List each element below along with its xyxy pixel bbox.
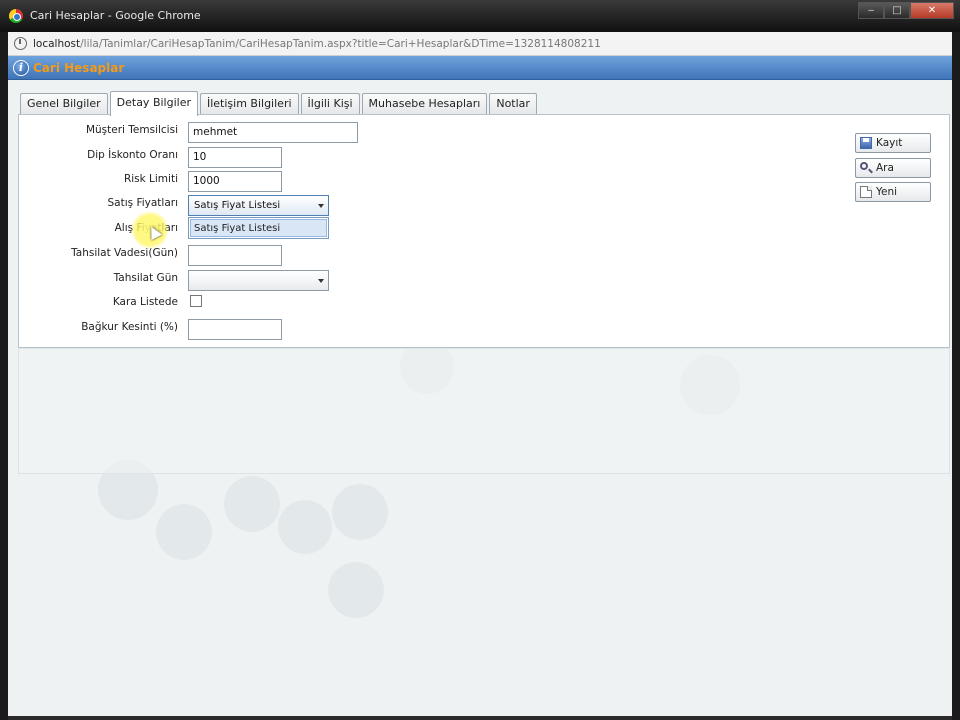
- chevron-down-icon: [318, 204, 324, 208]
- tahsilat-gun-label: Tahsilat Gün: [113, 272, 178, 284]
- satis-fiyatlari-select[interactable]: Satış Fiyat Listesi: [188, 195, 329, 216]
- page-info-icon[interactable]: [14, 37, 27, 50]
- window-title: Cari Hesaplar - Google Chrome: [30, 9, 201, 22]
- search-button-label: Ara: [876, 162, 894, 174]
- save-button[interactable]: Kayıt: [855, 133, 931, 153]
- window-controls: ‒ □ ✕: [858, 2, 954, 19]
- tab-detay-bilgiler[interactable]: Detay Bilgiler: [109, 91, 198, 116]
- tab-ilgili-kisi[interactable]: İlgili Kişi: [300, 93, 360, 115]
- background-ghost: [332, 484, 388, 540]
- risk-limiti-input[interactable]: 1000: [188, 171, 282, 192]
- bagkur-kesinti-label: Bağkur Kesinti (%): [81, 321, 178, 333]
- save-icon: [860, 137, 872, 149]
- chevron-down-icon: [318, 279, 324, 283]
- search-button[interactable]: Ara: [855, 158, 931, 178]
- bagkur-kesinti-input[interactable]: [188, 319, 282, 340]
- tahsilat-vadesi-input[interactable]: [188, 245, 282, 266]
- content-area: Genel Bilgiler Detay Bilgiler İletişim B…: [8, 80, 952, 716]
- tahsilat-gun-select[interactable]: [188, 270, 329, 291]
- new-button-label: Yeni: [876, 186, 898, 198]
- tab-notlar[interactable]: Notlar: [489, 93, 537, 115]
- risk-limiti-label: Risk Limiti: [123, 173, 178, 185]
- kara-listede-label: Kara Listede: [112, 296, 178, 308]
- url-host: localhost: [33, 38, 81, 50]
- background-ghost: [224, 476, 280, 532]
- satis-fiyatlari-dropdown-list: Satış Fiyat Listesi: [188, 217, 329, 239]
- address-bar[interactable]: localhost/lila/Tanimlar/CariHesapTanim/C…: [8, 32, 952, 56]
- background-panel: [18, 348, 950, 474]
- satis-fiyatlari-label: Satış Fiyatları: [107, 197, 179, 209]
- url-path: /lila/Tanimlar/CariHesapTanim/CariHesapT…: [80, 38, 601, 50]
- satis-fiyatlari-value: Satış Fiyat Listesi: [194, 200, 281, 211]
- page-title: Cari Hesaplar: [33, 61, 125, 75]
- tab-genel-bilgiler[interactable]: Genel Bilgiler: [20, 93, 108, 115]
- dip-iskonto-input[interactable]: 10: [188, 147, 282, 168]
- new-document-icon: [860, 186, 872, 198]
- tab-muhasebe-hesaplari[interactable]: Muhasebe Hesapları: [361, 93, 488, 115]
- info-icon: i: [13, 60, 29, 76]
- search-icon: [860, 162, 868, 170]
- background-ghost: [156, 504, 212, 560]
- app-header: i Cari Hesaplar: [8, 56, 952, 80]
- maximize-button[interactable]: □: [884, 2, 910, 19]
- window-titlebar: Cari Hesaplar - Google Chrome ‒ □ ✕: [0, 0, 960, 32]
- save-button-label: Kayıt: [876, 137, 903, 149]
- tahsilat-vadesi-label: Tahsilat Vadesi(Gün): [71, 247, 178, 259]
- background-ghost: [328, 562, 384, 618]
- minimize-button[interactable]: ‒: [858, 2, 884, 19]
- close-button[interactable]: ✕: [910, 2, 954, 19]
- new-button[interactable]: Yeni: [855, 182, 931, 202]
- chrome-icon: [9, 9, 23, 23]
- tab-iletisim-bilgileri[interactable]: İletişim Bilgileri: [199, 93, 299, 115]
- window-bottom-edge: [8, 716, 952, 720]
- url-text[interactable]: localhost/lila/Tanimlar/CariHesapTanim/C…: [33, 38, 601, 50]
- musteri-temsilcisi-input[interactable]: mehmet: [188, 122, 358, 143]
- tab-strip: Genel Bilgiler Detay Bilgiler İletişim B…: [20, 91, 539, 116]
- musteri-temsilcisi-label: Müşteri Temsilcisi: [85, 124, 178, 136]
- background-ghost: [278, 500, 332, 554]
- kara-listede-checkbox[interactable]: [190, 295, 202, 307]
- dip-iskonto-label: Dip İskonto Oranı: [87, 149, 178, 161]
- dropdown-option[interactable]: Satış Fiyat Listesi: [190, 219, 327, 237]
